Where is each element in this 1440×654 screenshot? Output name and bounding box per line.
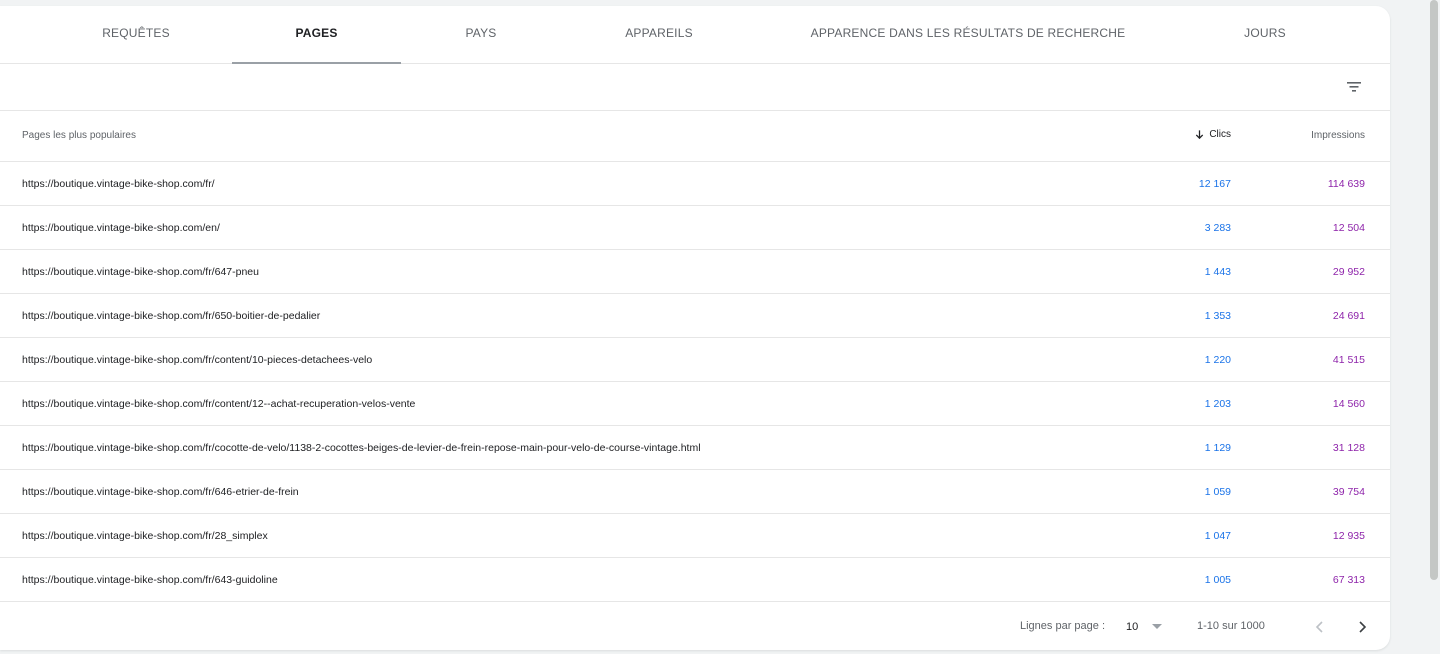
row-impressions: 41 515 [1332,354,1365,366]
table-body: https://boutique.vintage-bike-shop.com/f… [0,162,1390,602]
tab-pages[interactable]: PAGES [232,6,401,64]
row-url: https://boutique.vintage-bike-shop.com/f… [22,486,299,498]
table-row[interactable]: https://boutique.vintage-bike-shop.com/f… [0,514,1390,558]
tab-jours[interactable]: JOURS [1200,6,1330,63]
row-clicks: 12 167 [1198,178,1231,190]
dimension-tabs: REQUÊTES PAGES PAYS APPAREILS APPARENCE … [0,6,1390,64]
rows-per-page-value: 10 [1126,621,1139,633]
row-clicks: 1 047 [1204,530,1231,542]
page-scrollbar[interactable] [1428,0,1438,654]
row-clicks: 1 353 [1204,310,1231,322]
row-clicks: 3 283 [1204,222,1231,234]
row-url: https://boutique.vintage-bike-shop.com/f… [22,178,215,190]
row-clicks: 1 203 [1204,398,1231,410]
chevron-right-icon [1359,621,1367,633]
next-page-button[interactable] [1352,615,1372,639]
previous-page-button[interactable] [1310,615,1330,639]
row-impressions: 14 560 [1332,398,1365,410]
pagination: Lignes par page : 10 1-10 sur 1000 [0,602,1390,650]
column-header-page: Pages les plus populaires [22,130,136,141]
arrow-down-icon [1196,130,1204,140]
table-row[interactable]: https://boutique.vintage-bike-shop.com/f… [0,382,1390,426]
row-url: https://boutique.vintage-bike-shop.com/f… [22,310,321,322]
tab-requetes[interactable]: REQUÊTES [52,6,220,63]
row-url: https://boutique.vintage-bike-shop.com/f… [22,354,373,366]
table-toolbar [0,64,1390,111]
row-impressions: 39 754 [1332,486,1365,498]
table-header: Pages les plus populaires Clics Impressi… [0,111,1390,162]
row-impressions: 24 691 [1332,310,1365,322]
column-header-impressions[interactable]: Impressions [1311,130,1365,141]
row-clicks: 1 005 [1204,574,1231,586]
row-impressions: 29 952 [1332,266,1365,278]
column-header-clicks-label: Clics [1209,129,1231,140]
table-row[interactable]: https://boutique.vintage-bike-shop.com/f… [0,426,1390,470]
table-row[interactable]: https://boutique.vintage-bike-shop.com/e… [0,206,1390,250]
row-url: https://boutique.vintage-bike-shop.com/f… [22,530,268,542]
table-row[interactable]: https://boutique.vintage-bike-shop.com/f… [0,250,1390,294]
filter-icon[interactable] [1342,75,1366,99]
row-clicks: 1 443 [1204,266,1231,278]
row-url: https://boutique.vintage-bike-shop.com/f… [22,442,701,454]
row-impressions: 114 639 [1327,178,1365,190]
table-row[interactable]: https://boutique.vintage-bike-shop.com/f… [0,470,1390,514]
row-clicks: 1 129 [1204,442,1231,454]
rows-per-page-select[interactable]: 10 [1126,615,1163,639]
row-impressions: 67 313 [1332,574,1365,586]
pagination-range: 1-10 sur 1000 [1197,620,1265,632]
table-row[interactable]: https://boutique.vintage-bike-shop.com/f… [0,338,1390,382]
rows-per-page-label: Lignes par page : [1020,620,1106,632]
scrollbar-thumb[interactable] [1430,0,1438,580]
table-row[interactable]: https://boutique.vintage-bike-shop.com/f… [0,558,1390,602]
row-url: https://boutique.vintage-bike-shop.com/f… [22,266,259,278]
tab-appareils[interactable]: APPAREILS [584,6,734,63]
performance-table-card: REQUÊTES PAGES PAYS APPAREILS APPARENCE … [0,6,1390,650]
tab-apparence-resultats[interactable]: APPARENCE DANS LES RÉSULTATS DE RECHERCH… [800,6,1136,63]
chevron-left-icon [1315,621,1323,633]
table-row[interactable]: https://boutique.vintage-bike-shop.com/f… [0,162,1390,206]
row-url: https://boutique.vintage-bike-shop.com/e… [22,222,220,234]
row-url: https://boutique.vintage-bike-shop.com/f… [22,574,278,586]
row-impressions: 12 935 [1332,530,1365,542]
column-header-clicks[interactable]: Clics [1194,129,1231,140]
row-impressions: 12 504 [1332,222,1365,234]
row-impressions: 31 128 [1332,442,1365,454]
table-row[interactable]: https://boutique.vintage-bike-shop.com/f… [0,294,1390,338]
row-url: https://boutique.vintage-bike-shop.com/f… [22,398,416,410]
tab-pays[interactable]: PAYS [412,6,550,63]
row-clicks: 1 059 [1204,486,1231,498]
row-clicks: 1 220 [1204,354,1231,366]
dropdown-arrow-icon [1152,624,1163,629]
